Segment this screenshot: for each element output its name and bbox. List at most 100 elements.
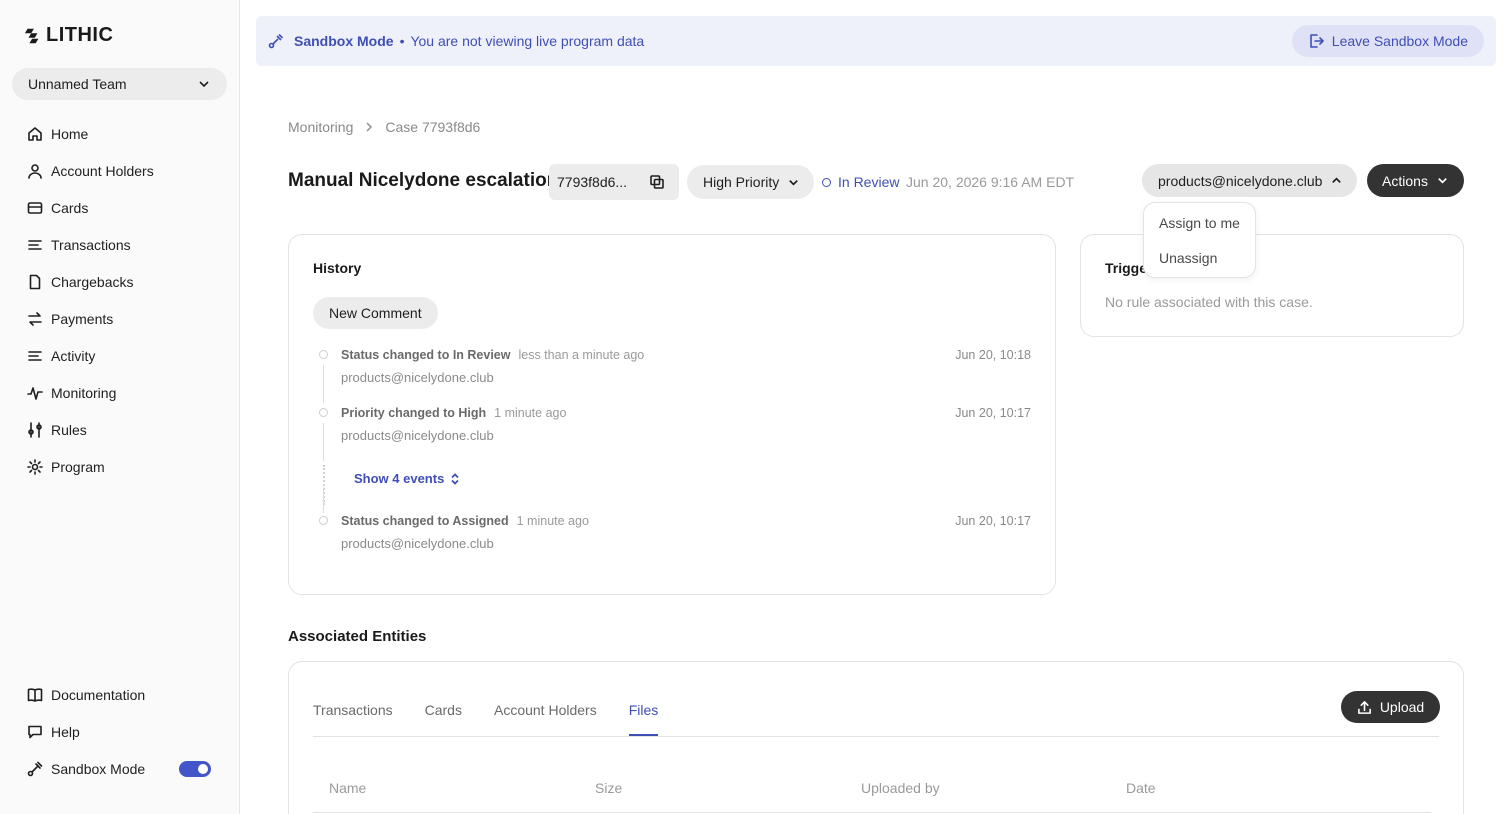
event-user: products@nicelydone.club — [341, 428, 494, 443]
sidebar-item-activity[interactable]: Activity — [0, 337, 240, 374]
leave-sandbox-label: Leave Sandbox Mode — [1331, 33, 1468, 49]
brand-name: LITHIC — [46, 24, 114, 46]
exit-icon — [1309, 34, 1324, 48]
unassign-option[interactable]: Unassign — [1159, 250, 1217, 266]
sidebar-item-chargebacks[interactable]: Chargebacks — [0, 263, 240, 300]
sliders-icon — [28, 421, 42, 438]
status-label: In Review — [838, 174, 900, 190]
sidebar-item-label: Documentation — [51, 686, 146, 703]
tab-account-holders[interactable]: Account Holders — [494, 702, 597, 736]
sidebar-item-documentation[interactable]: Documentation — [0, 676, 240, 713]
event-date: Jun 20, 10:17 — [955, 514, 1031, 528]
sidebar-item-label: Home — [51, 125, 89, 142]
sandbox-mode-toggle[interactable] — [179, 760, 211, 777]
column-header-name[interactable]: Name — [329, 780, 366, 796]
priority-dropdown[interactable]: High Priority — [687, 165, 815, 199]
new-comment-button[interactable]: New Comment — [313, 297, 438, 329]
sidebar-item-home[interactable]: Home — [0, 115, 240, 152]
arrows-icon — [28, 311, 42, 326]
chevron-up-icon — [1332, 177, 1342, 183]
show-events-button[interactable]: Show 4 events — [354, 471, 461, 486]
assignee-dropdown[interactable]: products@nicelydone.club — [1142, 164, 1358, 197]
sidebar-item-label: Program — [51, 458, 105, 475]
case-id-chip: 7793f8d6... — [549, 164, 679, 200]
actions-label: Actions — [1382, 172, 1428, 189]
chevron-expand-icon — [451, 472, 459, 485]
event-date: Jun 20, 10:17 — [955, 406, 1031, 420]
upload-icon — [1357, 700, 1371, 714]
case-date: Jun 20, 2026 9:16 AM EDT — [906, 174, 1075, 190]
sidebar-item-label: Monitoring — [51, 384, 117, 401]
breadcrumb-monitoring[interactable]: Monitoring — [288, 119, 353, 135]
chevron-down-icon — [789, 179, 799, 186]
sidebar-item-program[interactable]: Program — [0, 448, 240, 485]
tab-files[interactable]: Files — [628, 702, 659, 736]
tabs-divider — [313, 736, 1439, 737]
list-icon — [28, 350, 42, 361]
show-events-label: Show 4 events — [354, 471, 445, 486]
sidebar-item-label: Cards — [51, 199, 89, 216]
sidebar-item-label: Account Holders — [51, 162, 154, 179]
breadcrumb: Monitoring Case 7793f8d6 — [288, 119, 480, 135]
document-icon — [29, 274, 41, 289]
copy-icon[interactable] — [649, 174, 665, 190]
column-header-date[interactable]: Date — [1126, 780, 1156, 796]
sandbox-icon — [27, 761, 43, 776]
sidebar-item-monitoring[interactable]: Monitoring — [0, 374, 240, 411]
sandbox-banner: Sandbox Mode • You are not viewing live … — [256, 16, 1496, 66]
column-header-size[interactable]: Size — [595, 780, 622, 796]
priority-label: High Priority — [703, 174, 780, 190]
entities-tabs: Transactions Cards Account Holders Files — [313, 702, 659, 736]
gear-icon — [27, 458, 43, 475]
chevron-down-icon — [1438, 178, 1447, 184]
table-header-divider — [313, 812, 1431, 813]
event-title: Status changed to In Review less than a m… — [341, 348, 644, 362]
tab-cards[interactable]: Cards — [425, 702, 462, 736]
sidebar-item-transactions[interactable]: Transactions — [0, 226, 240, 263]
associated-entities-heading: Associated Entities — [288, 628, 427, 645]
sidebar-item-account-holders[interactable]: Account Holders — [0, 152, 240, 189]
breadcrumb-current: Case 7793f8d6 — [385, 119, 481, 135]
user-icon — [28, 163, 42, 179]
sidebar-item-label: Activity — [51, 347, 96, 364]
timeline-dot — [319, 350, 328, 359]
column-header-uploaded-by[interactable]: Uploaded by — [861, 780, 940, 796]
status-ring-icon — [822, 177, 831, 187]
actions-button[interactable]: Actions — [1367, 164, 1464, 197]
event-title: Priority changed to High 1 minute ago — [341, 406, 566, 420]
event-ago: 1 minute ago — [494, 406, 567, 420]
chevron-down-icon — [199, 81, 209, 88]
page-title: Manual Nicelydone escalation — [288, 170, 559, 191]
sidebar-item-rules[interactable]: Rules — [0, 411, 240, 448]
leave-sandbox-button[interactable]: Leave Sandbox Mode — [1291, 25, 1484, 57]
sidebar-item-label: Transactions — [51, 236, 131, 253]
sidebar-item-label: Sandbox Mode — [51, 760, 146, 777]
sidebar-item-sandbox-mode: Sandbox Mode — [0, 750, 240, 787]
team-selector[interactable]: Unnamed Team — [12, 68, 227, 100]
sidebar-item-cards[interactable]: Cards — [0, 189, 240, 226]
sidebar-item-payments[interactable]: Payments — [0, 300, 240, 337]
event-user: products@nicelydone.club — [341, 536, 494, 551]
trigger-card: Trigger No rule associated with this cas… — [1080, 234, 1464, 337]
assign-to-me-option[interactable]: Assign to me — [1159, 215, 1240, 231]
banner-separator: • — [399, 33, 405, 49]
book-icon — [27, 687, 43, 702]
sidebar-item-label: Payments — [51, 310, 114, 327]
sidebar: LITHIC Unnamed Team Home Account Holders… — [0, 0, 240, 814]
entities-card: Transactions Cards Account Holders Files… — [288, 661, 1464, 814]
chevron-right-icon — [366, 122, 373, 132]
timeline-line — [323, 423, 324, 461]
event-ago: 1 minute ago — [516, 514, 589, 528]
card-icon — [27, 201, 43, 214]
logo[interactable]: LITHIC — [24, 24, 113, 47]
sidebar-item-label: Help — [51, 723, 80, 740]
sidebar-item-help[interactable]: Help — [0, 713, 240, 750]
upload-button[interactable]: Upload — [1341, 691, 1440, 723]
banner-message: You are not viewing live program data — [410, 33, 645, 49]
upload-label: Upload — [1379, 699, 1425, 715]
event-title: Status changed to Assigned 1 minute ago — [341, 514, 589, 528]
tab-transactions[interactable]: Transactions — [313, 702, 393, 736]
assignee-label: products@nicelydone.club — [1158, 172, 1323, 189]
chat-icon — [28, 725, 42, 738]
history-heading: History — [313, 260, 362, 276]
